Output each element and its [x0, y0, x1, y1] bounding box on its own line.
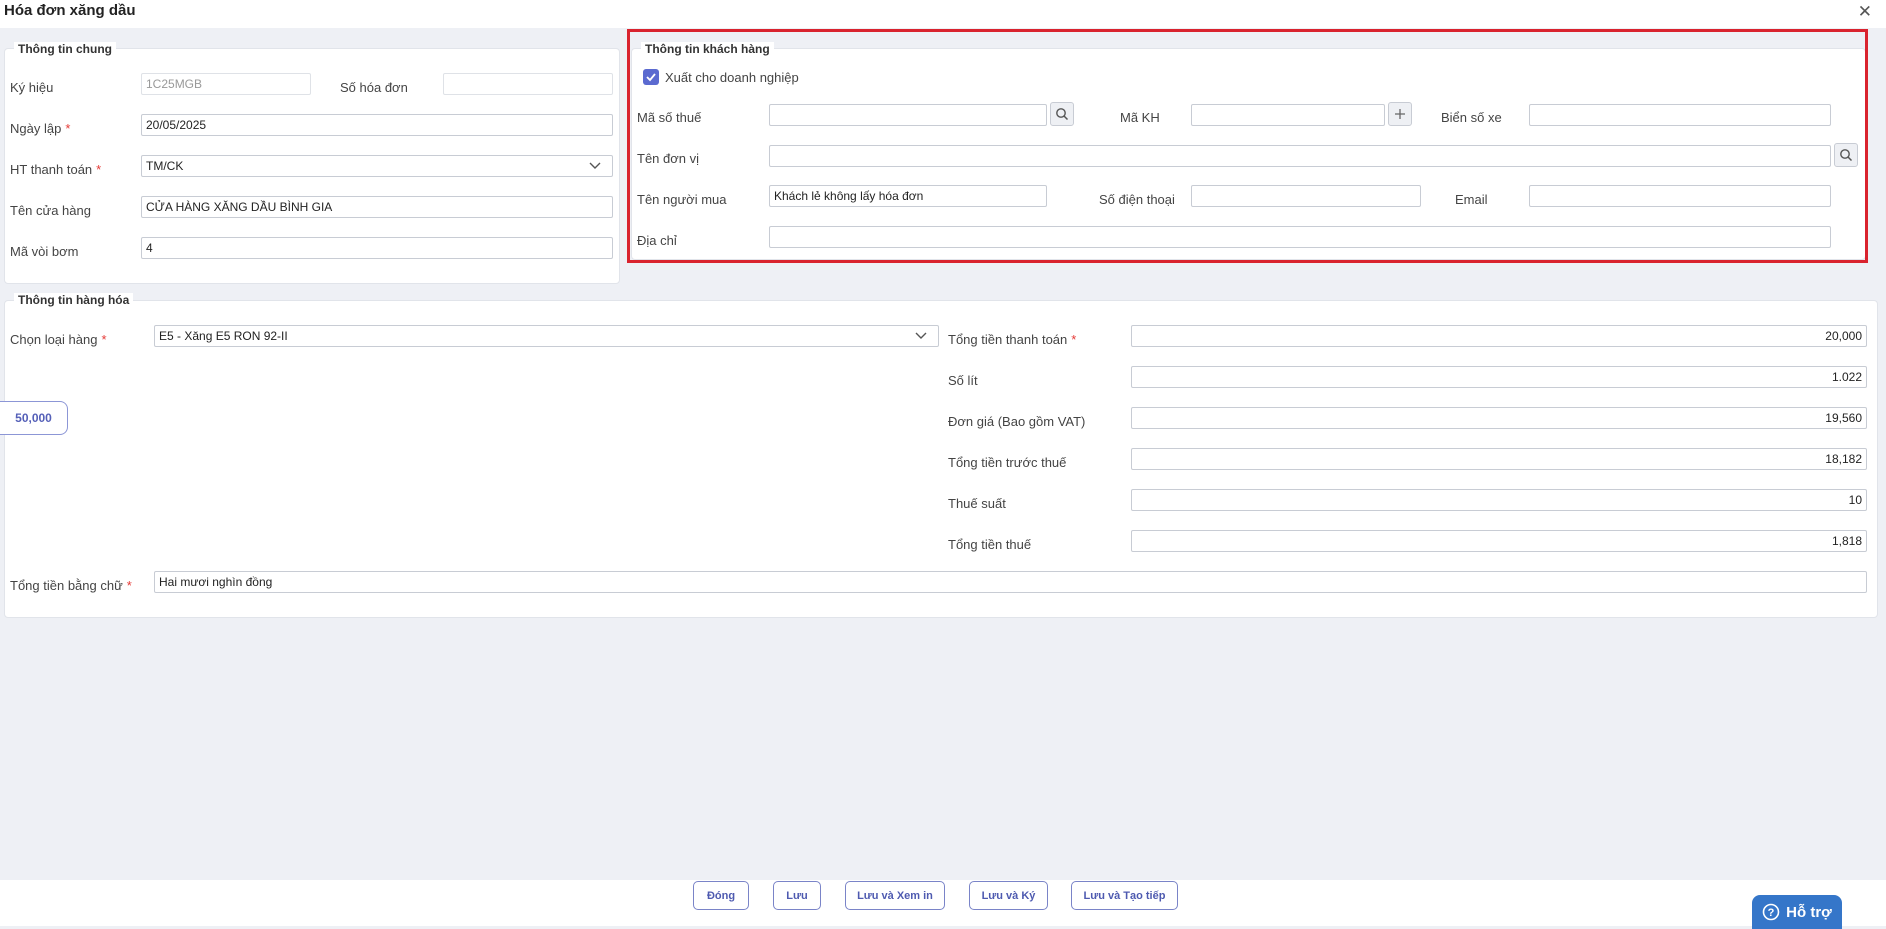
total-payment-field[interactable]: 20,000 [1131, 325, 1867, 347]
invoice-no-field[interactable] [443, 73, 613, 95]
tax-rate-field[interactable]: 10 [1131, 489, 1867, 511]
search-icon [1056, 108, 1069, 121]
buyer-field[interactable]: Khách lẻ không lấy hóa đơn [769, 185, 1047, 207]
tax-code-search-button[interactable] [1050, 102, 1074, 126]
date-label-text: Ngày lập [10, 121, 62, 136]
unit-name-label: Tên đơn vị [637, 151, 699, 166]
payment-select-value: TM/CK [146, 159, 184, 173]
check-icon [646, 73, 656, 82]
address-label: Địa chỉ [637, 233, 677, 248]
plate-field[interactable] [1529, 104, 1831, 126]
required-mark: * [126, 578, 132, 593]
search-icon [1840, 149, 1853, 162]
window-title: Hóa đơn xăng dầu [4, 2, 136, 19]
chevron-down-icon [915, 332, 927, 339]
goods-type-select-value: E5 - Xăng E5 RON 92-II [159, 329, 288, 343]
invoice-no-label: Số hóa đơn [340, 80, 408, 95]
plus-icon [1395, 109, 1405, 119]
tax-rate-label: Thuế suất [948, 496, 1006, 511]
required-mark: * [65, 121, 71, 136]
required-mark: * [101, 332, 107, 347]
store-label: Tên cửa hàng [10, 203, 91, 218]
tax-code-field[interactable] [769, 104, 1047, 126]
tax-amount-field[interactable]: 1,818 [1131, 530, 1867, 552]
close-button[interactable]: Đóng [693, 881, 749, 910]
pump-label: Mã vòi bơm [10, 244, 79, 259]
liters-field[interactable]: 1.022 [1131, 366, 1867, 388]
export-business-label: Xuất cho doanh nghiệp [665, 70, 799, 85]
email-field[interactable] [1529, 185, 1831, 207]
payment-select[interactable]: TM/CK [141, 155, 613, 177]
tax-amount-label: Tổng tiền thuế [948, 537, 1032, 552]
symbol-field[interactable]: 1C25MGB [141, 73, 311, 95]
phone-label: Số điện thoại [1099, 192, 1175, 207]
unit-price-field[interactable]: 19,560 [1131, 407, 1867, 429]
customer-code-field[interactable] [1191, 104, 1385, 126]
in-words-field[interactable]: Hai mươi nghìn đồng [154, 571, 1867, 593]
goods-type-select[interactable]: E5 - Xăng E5 RON 92-II [154, 325, 939, 347]
close-icon[interactable]: ✕ [1858, 2, 1872, 22]
save-view-button[interactable]: Lưu và Xem in [845, 881, 945, 910]
phone-field[interactable] [1191, 185, 1421, 207]
plate-label: Biển số xe [1441, 110, 1502, 125]
svg-text:?: ? [1768, 907, 1775, 919]
in-words-label-text: Tổng tiền bằng chữ [10, 578, 123, 593]
unit-name-field[interactable] [769, 145, 1831, 167]
liters-label: Số lít [948, 373, 978, 388]
in-words-label: Tổng tiền bằng chữ * [10, 578, 132, 593]
save-new-button[interactable]: Lưu và Tạo tiếp [1071, 881, 1178, 910]
total-payment-label: Tổng tiền thanh toán * [948, 332, 1076, 347]
unit-price-label: Đơn giá (Bao gồm VAT) [948, 414, 1086, 429]
address-field[interactable] [769, 226, 1831, 248]
goods-type-label: Chọn loại hàng * [10, 332, 107, 347]
help-icon: ? [1762, 903, 1780, 921]
customer-code-label: Mã KH [1120, 110, 1160, 125]
buyer-label: Tên người mua [637, 192, 727, 207]
tax-code-label: Mã số thuế [637, 110, 702, 125]
date-field[interactable]: 20/05/2025 [141, 114, 613, 136]
chevron-down-icon [589, 162, 601, 169]
payment-label-text: HT thanh toán [10, 162, 93, 177]
support-button[interactable]: ? Hỗ trợ [1752, 895, 1842, 929]
save-sign-button[interactable]: Lưu và Ký [969, 881, 1048, 910]
goods-type-label-text: Chọn loại hàng [10, 332, 98, 347]
required-mark: * [96, 162, 102, 177]
add-customer-button[interactable] [1388, 102, 1412, 126]
total-payment-label-text: Tổng tiền thanh toán [948, 332, 1068, 347]
general-info-legend: Thông tin chung [14, 42, 116, 56]
symbol-label: Ký hiệu [10, 80, 54, 95]
date-label: Ngày lập * [10, 121, 70, 136]
goods-info-legend: Thông tin hàng hóa [14, 293, 134, 307]
email-label: Email [1455, 192, 1488, 207]
export-business-checkbox[interactable] [643, 69, 659, 85]
required-mark: * [1071, 332, 1077, 347]
quick-amount-button[interactable]: 50,000 [0, 401, 68, 435]
pre-tax-label: Tổng tiền trước thuế [948, 455, 1067, 470]
title-bar: Hóa đơn xăng dầu ✕ [0, 0, 1886, 28]
pre-tax-field[interactable]: 18,182 [1131, 448, 1867, 470]
pump-field[interactable]: 4 [141, 237, 613, 259]
payment-label: HT thanh toán * [10, 162, 101, 177]
save-button[interactable]: Lưu [773, 881, 821, 910]
store-field[interactable]: CỬA HÀNG XĂNG DẦU BÌNH GIA [141, 196, 613, 218]
unit-name-search-button[interactable] [1834, 143, 1858, 167]
support-label: Hỗ trợ [1786, 903, 1832, 921]
